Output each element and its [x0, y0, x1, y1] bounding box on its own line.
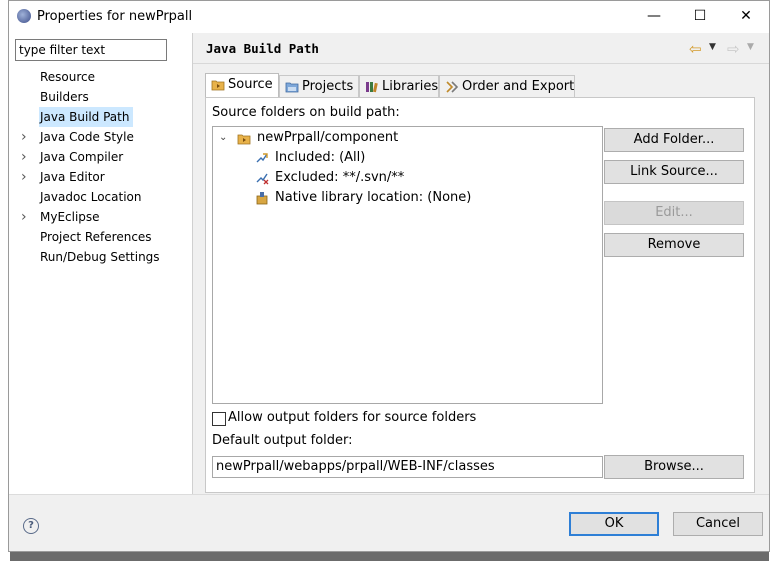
chevron-right-icon[interactable]: ›: [21, 207, 31, 227]
tab-source[interactable]: Source: [205, 73, 279, 98]
nav-item-label: Project References: [40, 230, 152, 244]
link-source-button[interactable]: Link Source...: [604, 160, 744, 184]
cancel-button[interactable]: Cancel: [673, 512, 763, 536]
title-bar: Properties for newPrpall — ☐ ✕: [9, 1, 769, 33]
source-folders-heading: Source folders on build path:: [212, 105, 400, 120]
native-library-icon: [256, 192, 268, 205]
edit-button[interactable]: Edit...: [604, 201, 744, 225]
nav-item[interactable]: Javadoc Location: [9, 187, 192, 207]
nav-item-label: Resource: [40, 70, 96, 84]
tab-projects[interactable]: Projects: [279, 75, 359, 97]
forward-dropdown-icon[interactable]: ▼: [747, 42, 754, 52]
page-area: Java Build Path ⇦ ▼ ⇨ ▼ Source Projects: [193, 33, 769, 494]
tab-libraries[interactable]: Libraries: [359, 75, 439, 97]
nav-item[interactable]: Run/Debug Settings: [9, 247, 192, 267]
allow-output-folders-checkbox[interactable]: [212, 412, 226, 426]
excluded-filter-icon: [256, 173, 269, 185]
browse-button[interactable]: Browse...: [604, 455, 744, 479]
background-ide-right: [769, 0, 777, 561]
included-label: Included: (All): [275, 150, 366, 165]
back-arrow-icon[interactable]: ⇦: [689, 40, 702, 58]
minimize-button[interactable]: —: [631, 1, 677, 33]
chevron-right-icon[interactable]: ›: [21, 167, 31, 187]
source-folder-list[interactable]: ⌄ newPrpall/component Included: (All) Ex…: [212, 126, 603, 404]
nav-item-label: Java Compiler: [40, 150, 124, 164]
navigation-pane: Resource Builders Java Build Path › Java Cod…: [9, 33, 193, 494]
source-tab-panel: Source folders on build path: ⌄ newPrpal…: [205, 97, 755, 493]
nav-item-label: MyEclipse: [40, 210, 100, 224]
nav-item[interactable]: › MyEclipse: [9, 207, 192, 227]
back-dropdown-icon[interactable]: ▼: [709, 42, 716, 52]
nav-item[interactable]: Resource: [9, 67, 192, 87]
excluded-label: Excluded: **/.svn/**: [275, 170, 405, 185]
tab-label: Order and Export: [462, 79, 575, 94]
nav-item[interactable]: Project References: [9, 227, 192, 247]
order-export-icon: [446, 81, 459, 93]
libraries-icon: [366, 82, 378, 93]
nav-item[interactable]: › Java Compiler: [9, 147, 192, 167]
tab-label: Libraries: [382, 79, 439, 94]
forward-arrow-icon[interactable]: ⇨: [727, 40, 740, 58]
tab-order-export[interactable]: Order and Export: [439, 75, 575, 97]
chevron-right-icon[interactable]: ›: [21, 147, 31, 167]
nav-item-label: Run/Debug Settings: [40, 250, 160, 264]
footer-divider: [9, 494, 769, 495]
tab-label: Source: [228, 77, 273, 92]
included-filter-icon: [256, 153, 268, 163]
nav-item[interactable]: › Java Code Style: [9, 127, 192, 147]
projects-icon: [285, 82, 299, 93]
native-library-label: Native library location: (None): [275, 190, 472, 205]
nav-item-label: Builders: [40, 90, 89, 104]
nav-item[interactable]: › Java Editor: [9, 167, 192, 187]
nav-item-label: Javadoc Location: [40, 190, 142, 204]
help-icon[interactable]: ?: [23, 518, 39, 534]
chevron-right-icon[interactable]: ›: [21, 127, 31, 147]
default-output-folder-label: Default output folder:: [212, 433, 353, 448]
source-folder-icon: [211, 80, 225, 91]
allow-output-folders-label: Allow output folders for source folders: [228, 410, 477, 425]
chevron-down-icon[interactable]: ⌄: [219, 128, 227, 148]
properties-dialog: Properties for newPrpall — ☐ ✕ Resource B…: [8, 0, 770, 552]
maximize-button[interactable]: ☐: [677, 1, 723, 33]
nav-item-label: Java Editor: [40, 170, 105, 184]
eclipse-icon: [17, 9, 31, 23]
ok-button[interactable]: OK: [569, 512, 659, 536]
remove-button[interactable]: Remove: [604, 233, 744, 257]
default-output-folder-field[interactable]: newPrpall/webapps/prpall/WEB-INF/classes: [212, 456, 603, 478]
close-button[interactable]: ✕: [723, 1, 769, 33]
add-folder-button[interactable]: Add Folder...: [604, 128, 744, 152]
tab-label: Projects: [302, 79, 354, 94]
window-title: Properties for newPrpall: [37, 9, 193, 24]
source-folder-icon: [237, 134, 251, 145]
filter-input[interactable]: [15, 39, 167, 61]
nav-item[interactable]: Builders: [9, 87, 192, 107]
page-title: Java Build Path: [206, 41, 319, 56]
header-divider: [193, 63, 769, 64]
nav-item-label: Java Build Path: [39, 107, 134, 127]
source-root-label: newPrpall/component: [257, 130, 399, 145]
nav-item-label: Java Code Style: [40, 130, 134, 144]
nav-item[interactable]: Java Build Path: [9, 107, 192, 127]
